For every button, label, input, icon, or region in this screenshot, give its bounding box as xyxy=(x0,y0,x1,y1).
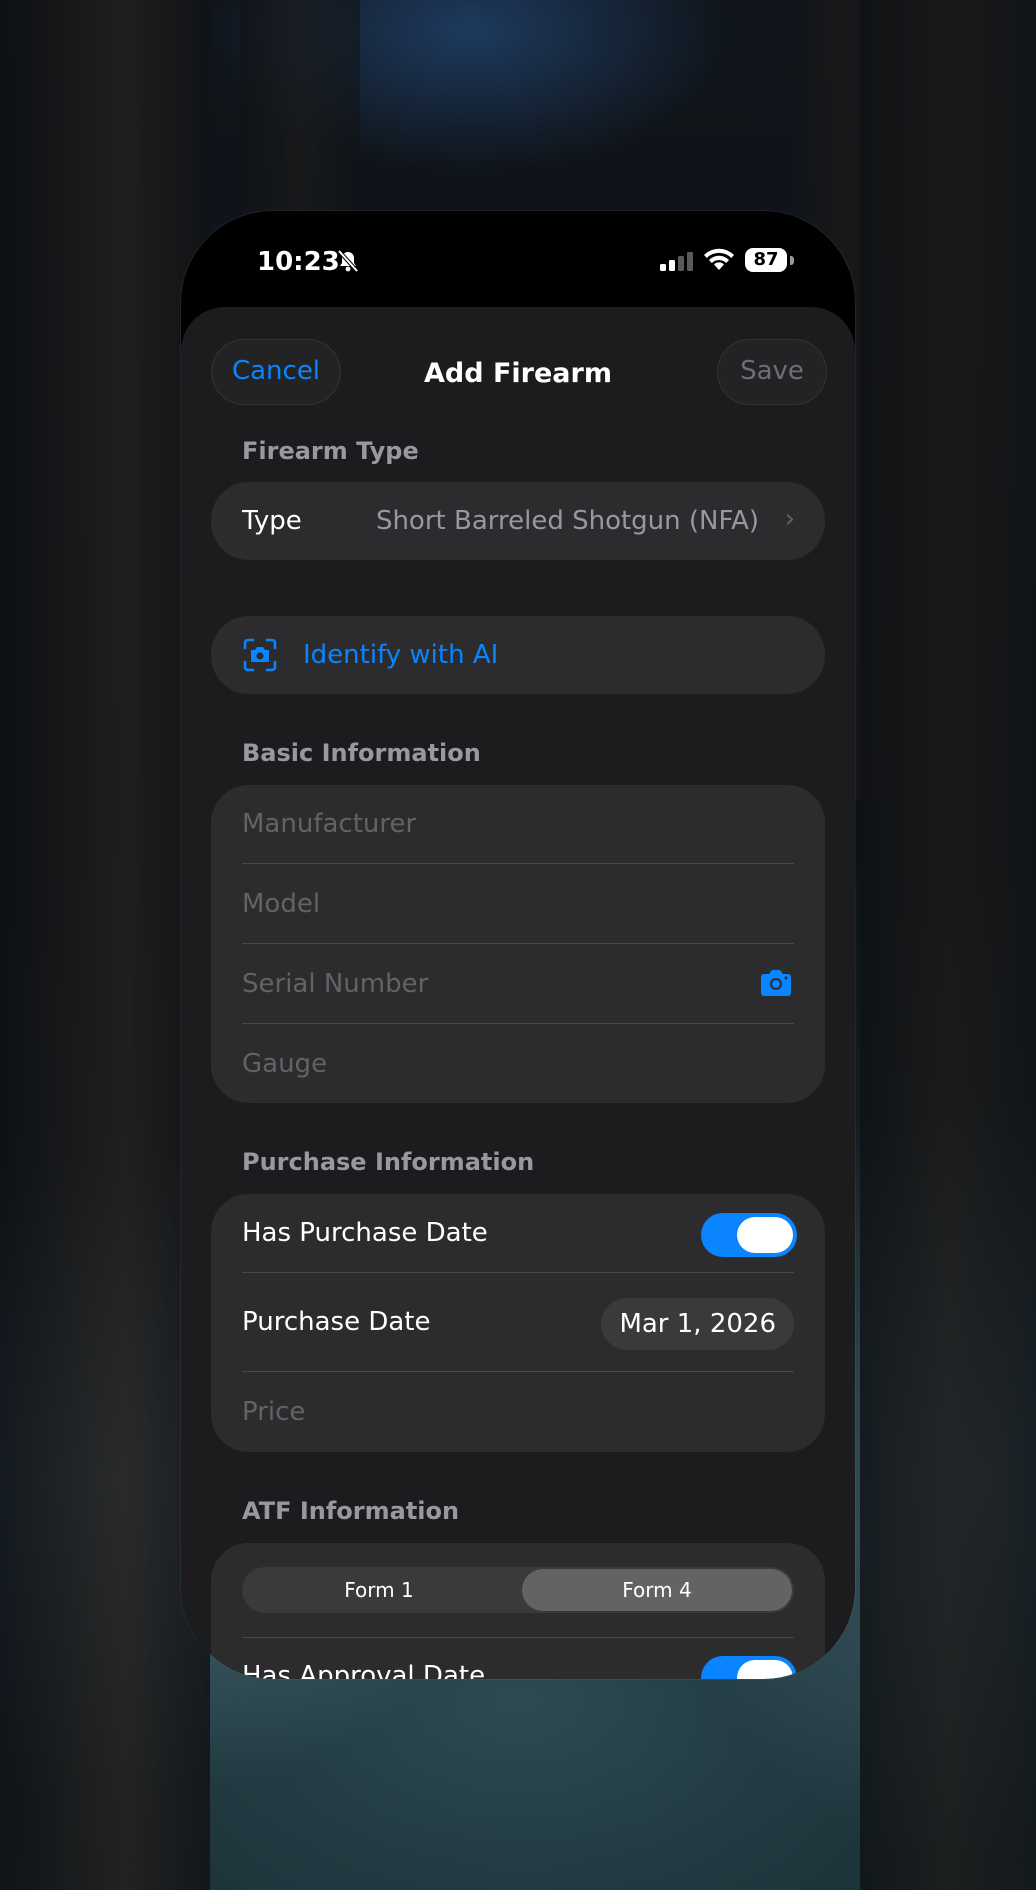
divider xyxy=(242,1023,794,1024)
model-field[interactable]: Model xyxy=(242,889,320,919)
cellular-signal-icon xyxy=(660,252,693,271)
section-label-purchase-information: Purchase Information xyxy=(242,1148,535,1176)
gauge-field[interactable]: Gauge xyxy=(242,1049,327,1079)
phone-frame: 10:23 87 Cancel Add Firearm Save Firearm… xyxy=(181,211,855,1679)
has-approval-date-label: Has Approval Date xyxy=(242,1661,486,1679)
wifi-icon xyxy=(704,248,734,270)
identify-with-ai-label: Identify with AI xyxy=(303,640,499,670)
chevron-right-icon: › xyxy=(784,504,795,534)
purchase-date-picker[interactable]: Mar 1, 2026 xyxy=(601,1298,794,1350)
segment-form-4[interactable]: Form 4 xyxy=(522,1569,792,1611)
section-label-atf-information: ATF Information xyxy=(242,1497,460,1525)
status-bar: 10:23 87 xyxy=(181,211,855,311)
has-purchase-date-label: Has Purchase Date xyxy=(242,1218,488,1248)
divider xyxy=(242,1371,794,1372)
save-button[interactable]: Save xyxy=(717,339,827,405)
type-value: Short Barreled Shotgun (NFA) xyxy=(375,506,759,536)
divider xyxy=(242,1637,794,1638)
battery-icon: 87 xyxy=(745,248,787,272)
type-label: Type xyxy=(242,506,302,536)
bell-slash-icon xyxy=(337,249,359,273)
price-field[interactable]: Price xyxy=(242,1397,305,1427)
camera-icon[interactable] xyxy=(759,969,793,997)
manufacturer-field[interactable]: Manufacturer xyxy=(242,809,416,839)
type-row[interactable]: Type Short Barreled Shotgun (NFA) › xyxy=(211,482,825,560)
has-approval-date-toggle[interactable] xyxy=(701,1656,797,1679)
toggle-knob xyxy=(737,1660,793,1679)
battery-level: 87 xyxy=(753,249,779,270)
segment-form-1[interactable]: Form 1 xyxy=(244,1569,514,1611)
purchase-date-label: Purchase Date xyxy=(242,1307,431,1337)
divider xyxy=(242,943,794,944)
identify-with-ai-button[interactable]: Identify with AI xyxy=(211,616,825,694)
nav-bar: Cancel Add Firearm Save xyxy=(181,307,855,427)
toggle-knob xyxy=(737,1217,793,1253)
battery-cap xyxy=(790,256,794,265)
serial-number-field[interactable]: Serial Number xyxy=(242,969,428,999)
divider xyxy=(242,1272,794,1273)
has-purchase-date-toggle[interactable] xyxy=(701,1213,797,1257)
form-segmented-control: Form 1 Form 4 xyxy=(242,1567,794,1613)
status-time: 10:23 xyxy=(257,247,340,277)
add-firearm-sheet: Cancel Add Firearm Save Firearm Type Typ… xyxy=(181,307,855,1679)
divider xyxy=(242,863,794,864)
basic-information-group: Manufacturer Model Serial Number Gauge xyxy=(211,785,825,1103)
section-label-basic-information: Basic Information xyxy=(242,739,481,767)
section-label-firearm-type: Firearm Type xyxy=(242,437,419,465)
camera-viewfinder-icon xyxy=(243,638,277,672)
purchase-information-group: Has Purchase Date Purchase Date Mar 1, 2… xyxy=(211,1194,825,1452)
atf-information-group: Form 1 Form 4 Has Approval Date xyxy=(211,1543,825,1679)
